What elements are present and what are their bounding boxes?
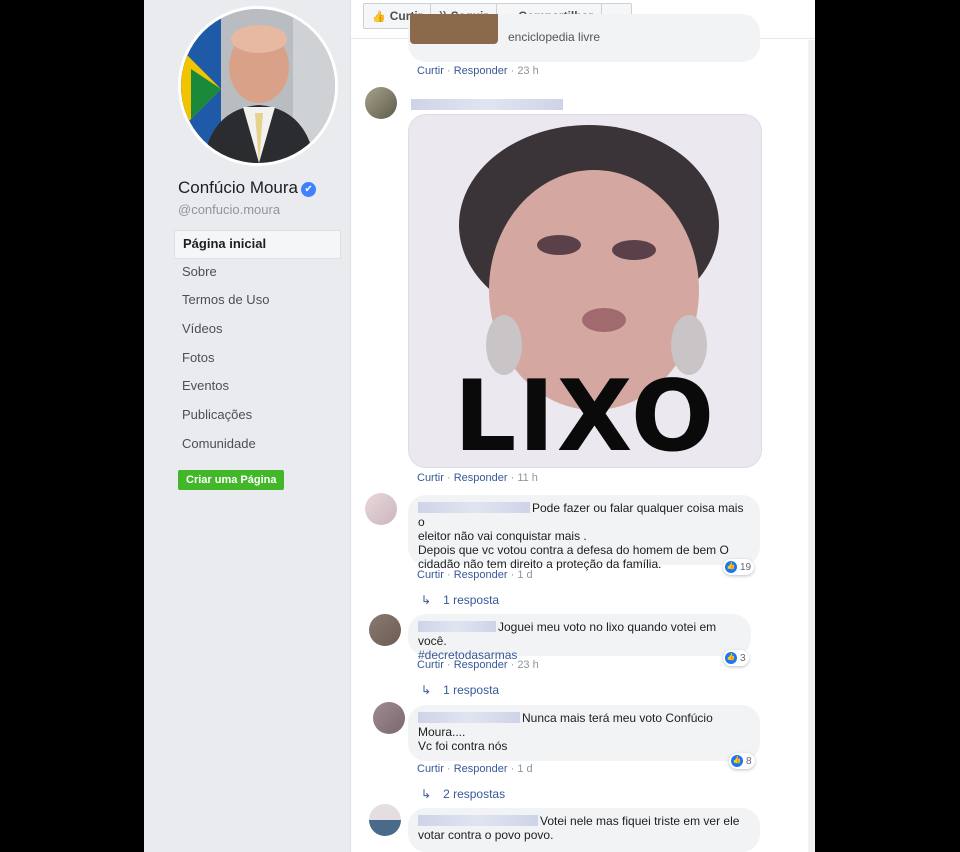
comment-bubble: Nunca mais terá meu voto Confúcio Moura.… (408, 705, 760, 761)
reply-arrow-icon: ↳ (421, 787, 432, 801)
nav-item-community[interactable]: Comunidade (174, 431, 341, 460)
commenter-name[interactable] (418, 815, 538, 826)
comment-bubble: enciclopedia livre (408, 14, 760, 62)
link-preview-thumbnail[interactable] (410, 14, 498, 44)
comment-like-link[interactable]: Curtir (417, 763, 444, 775)
reply-arrow-icon: ↳ (421, 683, 432, 697)
commenter-name[interactable] (411, 99, 563, 110)
reaction-count[interactable]: 👍 8 (729, 753, 755, 769)
nav-item-events[interactable]: Eventos (174, 373, 341, 402)
page-username[interactable]: @confucio.moura (178, 202, 280, 217)
comment-meta: Curtir · Responder · 23 h (417, 65, 539, 77)
view-replies-link[interactable]: ↳ 1 resposta (421, 593, 499, 607)
comment-time[interactable]: 23 h (517, 65, 538, 77)
verified-badge-icon: ✔ (301, 182, 317, 197)
nav-item-photos[interactable]: Fotos (174, 345, 341, 374)
profile-picture[interactable] (178, 6, 338, 166)
comment-sticker-image[interactable]: LIXO (408, 114, 762, 468)
avatar[interactable] (365, 493, 397, 525)
avatar[interactable] (373, 702, 405, 734)
page-name-text: Confúcio Moura (178, 178, 299, 197)
comment-reply-link[interactable]: Responder (454, 472, 508, 484)
scrollbar[interactable] (808, 40, 815, 852)
thumbs-up-icon: 👍 (372, 10, 386, 23)
commenter-name[interactable] (418, 712, 520, 723)
comment-bubble: Joguei meu voto no lixo quando votei em … (408, 614, 751, 662)
comment-meta: Curtir · Responder · 1 d (417, 569, 533, 581)
comment-time[interactable]: 23 h (517, 659, 538, 671)
page-title[interactable]: Confúcio Moura ✔ (178, 178, 317, 198)
reaction-count[interactable]: 👍 19 (723, 559, 755, 575)
nav-item-terms[interactable]: Termos de Uso (174, 287, 341, 316)
sticker-caption: LIXO (453, 360, 717, 468)
commenter-name[interactable] (418, 621, 496, 632)
view-replies-link[interactable]: ↳ 2 respostas (421, 787, 505, 801)
like-reaction-icon: 👍 (725, 561, 737, 573)
avatar[interactable] (365, 87, 397, 119)
like-reaction-icon: 👍 (725, 652, 737, 664)
comment-like-link[interactable]: Curtir (417, 472, 444, 484)
comment-like-link[interactable]: Curtir (417, 569, 444, 581)
nav-item-posts[interactable]: Publicações (174, 402, 341, 431)
main-content: 👍Curtir ))Seguir ➦Compartilhar ••• encic… (350, 0, 815, 852)
comment-bubble: Pode fazer ou falar qualquer coisa mais … (408, 495, 760, 571)
nav-item-about[interactable]: Sobre (174, 259, 341, 288)
nav-item-home[interactable]: Página inicial (174, 230, 341, 259)
comment-reply-link[interactable]: Responder (454, 65, 508, 77)
avatar[interactable] (369, 804, 401, 836)
create-page-button[interactable]: Criar uma Página (178, 470, 285, 490)
commenter-name[interactable] (418, 502, 530, 513)
comment-meta: Curtir · Responder · 1 d (417, 763, 533, 775)
avatar[interactable] (369, 614, 401, 646)
view-replies-link[interactable]: ↳ 1 resposta (421, 683, 499, 697)
comment-like-link[interactable]: Curtir (417, 65, 444, 77)
reply-arrow-icon: ↳ (421, 593, 432, 607)
left-sidebar: Confúcio Moura ✔ @confucio.moura Página i… (144, 0, 351, 852)
comment-like-link[interactable]: Curtir (417, 659, 444, 671)
comment-bubble: Votei nele mas fiquei triste em ver ele … (408, 808, 760, 852)
reaction-count[interactable]: 👍 3 (723, 650, 749, 666)
comment-time[interactable]: 1 d (517, 763, 532, 775)
comment-reply-link[interactable]: Responder (454, 659, 508, 671)
comment-reply-link[interactable]: Responder (454, 763, 508, 775)
comment-meta: Curtir · Responder · 23 h (417, 659, 539, 671)
comment-time[interactable]: 1 d (517, 569, 532, 581)
comment-time[interactable]: 11 h (517, 472, 538, 484)
comment-meta: Curtir · Responder · 11 h (417, 472, 538, 484)
facebook-page: Confúcio Moura ✔ @confucio.moura Página i… (144, 0, 815, 852)
page-nav: Página inicial Sobre Termos de Uso Vídeo… (174, 230, 341, 460)
like-reaction-icon: 👍 (731, 755, 743, 767)
nav-item-videos[interactable]: Vídeos (174, 316, 341, 345)
comment-reply-link[interactable]: Responder (454, 569, 508, 581)
